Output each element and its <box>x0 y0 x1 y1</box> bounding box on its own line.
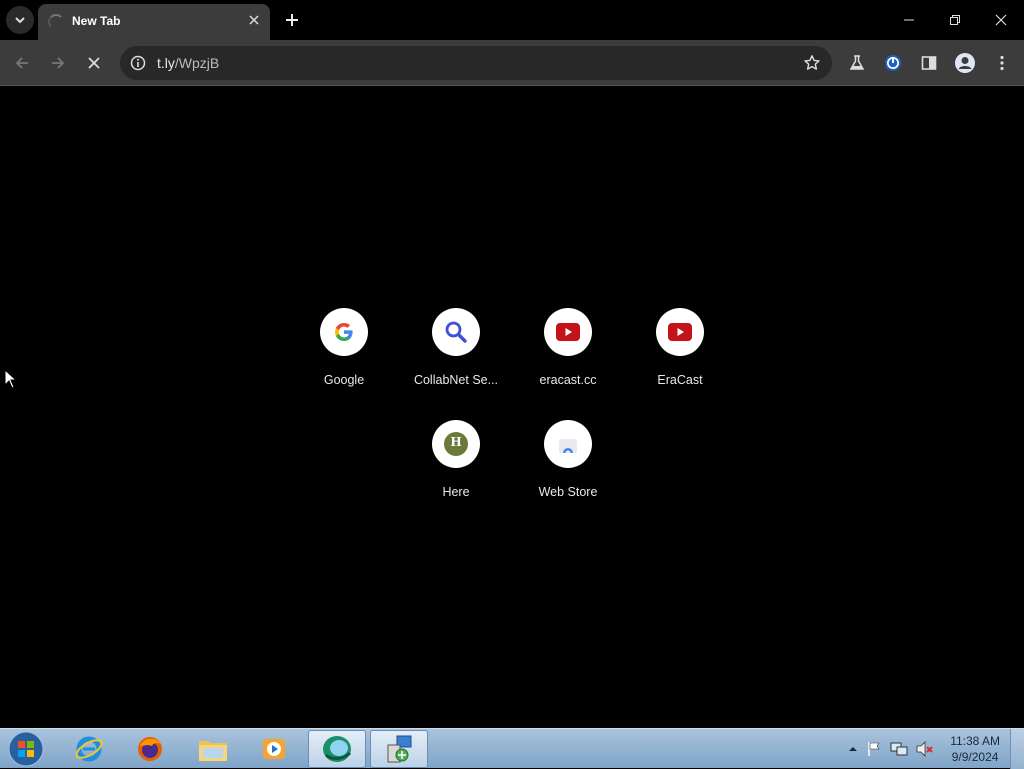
shortcut-label: Here <box>442 485 470 499</box>
browser-toolbar: t.ly/WpzjB <box>0 40 1024 86</box>
shortcut-label: CollabNet Se... <box>413 373 499 387</box>
letter-h-text: H <box>450 435 462 449</box>
shortcut-tile[interactable]: Web Store <box>512 420 624 532</box>
site-info-icon[interactable] <box>128 53 148 73</box>
internet-explorer-icon <box>75 736 103 762</box>
labs-button[interactable] <box>843 49 871 77</box>
taskbar-chrome-app[interactable] <box>308 730 366 768</box>
shortcut-label: Web Store <box>538 485 598 499</box>
shortcut-label: Google <box>323 373 365 387</box>
taskbar-clock[interactable]: 11:38 AM 9/9/2024 <box>950 733 1000 765</box>
close-window-button[interactable] <box>978 0 1024 40</box>
shortcut-label: EraCast <box>657 373 703 387</box>
arrow-right-icon <box>52 57 65 69</box>
clock-date: 9/9/2024 <box>951 750 999 764</box>
file-explorer-icon <box>199 741 227 761</box>
mouse-cursor-icon <box>4 369 18 389</box>
start-button[interactable] <box>6 730 46 768</box>
firefox-icon <box>138 737 162 761</box>
chrome-app-icon <box>323 736 352 762</box>
minimize-button[interactable] <box>886 0 932 40</box>
extension-button[interactable] <box>879 49 907 77</box>
system-tray: 11:38 AM 9/9/2024 <box>848 729 1000 769</box>
new-tab-page: Google CollabNet Se... eracast.cc EraCas… <box>0 87 1024 728</box>
magnifier-icon <box>432 308 480 356</box>
taskbar-firefox[interactable] <box>121 730 179 768</box>
side-panel-icon <box>921 56 937 70</box>
installer-icon <box>387 735 412 763</box>
tab-close-button[interactable] <box>244 10 264 30</box>
new-tab-button[interactable] <box>280 8 304 32</box>
google-icon <box>320 308 368 356</box>
media-player-icon <box>263 739 285 759</box>
tab-title: New Tab <box>72 14 121 28</box>
url-host: t.ly <box>157 55 175 71</box>
youtube-icon <box>656 308 704 356</box>
chevron-down-icon <box>15 17 25 24</box>
arrow-left-icon <box>15 57 28 69</box>
tab-new-tab[interactable]: New Tab <box>38 4 270 40</box>
taskbar-installer[interactable] <box>370 730 428 768</box>
shortcut-tile[interactable]: Google <box>288 308 400 420</box>
taskbar-internet-explorer[interactable] <box>60 730 118 768</box>
profile-button[interactable] <box>951 49 979 77</box>
kebab-menu-icon <box>1000 55 1004 71</box>
taskbar-media-player[interactable] <box>245 730 303 768</box>
web-store-icon <box>544 420 592 468</box>
action-center-flag-icon[interactable] <box>866 741 882 757</box>
url-text[interactable]: t.ly/WpzjB <box>157 55 219 71</box>
forward-button[interactable] <box>44 49 72 77</box>
taskbar: 11:38 AM 9/9/2024 <box>0 728 1024 769</box>
letter-h-icon: H <box>432 420 480 468</box>
minimize-icon <box>904 19 914 21</box>
loading-spinner-icon <box>48 14 64 30</box>
stop-loading-button[interactable] <box>80 49 108 77</box>
close-icon <box>995 14 1007 26</box>
restore-icon <box>950 15 960 25</box>
tab-search-button[interactable] <box>6 6 34 34</box>
close-icon <box>88 57 100 69</box>
volume-muted-icon[interactable] <box>916 741 934 757</box>
plus-icon <box>286 14 298 26</box>
network-icon[interactable] <box>890 741 908 757</box>
url-path: /WpzjB <box>174 55 220 71</box>
bookmark-star-button[interactable] <box>802 53 822 73</box>
shortcut-tile[interactable]: H Here <box>400 420 512 532</box>
back-button[interactable] <box>8 49 36 77</box>
address-bar[interactable]: t.ly/WpzjB <box>120 46 832 80</box>
restore-button[interactable] <box>932 0 978 40</box>
browser-menu-button[interactable] <box>988 49 1016 77</box>
shortcut-tile[interactable]: eracast.cc <box>512 308 624 420</box>
youtube-icon <box>544 308 592 356</box>
shortcut-tile[interactable]: CollabNet Se... <box>400 308 512 420</box>
show-hidden-icons-icon[interactable] <box>848 745 858 753</box>
shortcut-tile[interactable]: EraCast <box>624 308 736 420</box>
tab-strip: New Tab <box>0 0 1024 40</box>
side-panel-button[interactable] <box>915 49 943 77</box>
close-icon <box>249 15 259 25</box>
taskbar-file-explorer[interactable] <box>184 730 242 768</box>
star-icon <box>804 55 820 70</box>
flask-icon <box>849 55 865 70</box>
extension-power-icon <box>885 55 901 71</box>
clock-time: 11:38 AM <box>950 734 1000 748</box>
show-desktop-button[interactable] <box>1010 729 1024 769</box>
windows-orb-icon <box>8 731 44 767</box>
shortcut-label: eracast.cc <box>539 373 597 387</box>
profile-avatar-icon <box>955 53 975 73</box>
